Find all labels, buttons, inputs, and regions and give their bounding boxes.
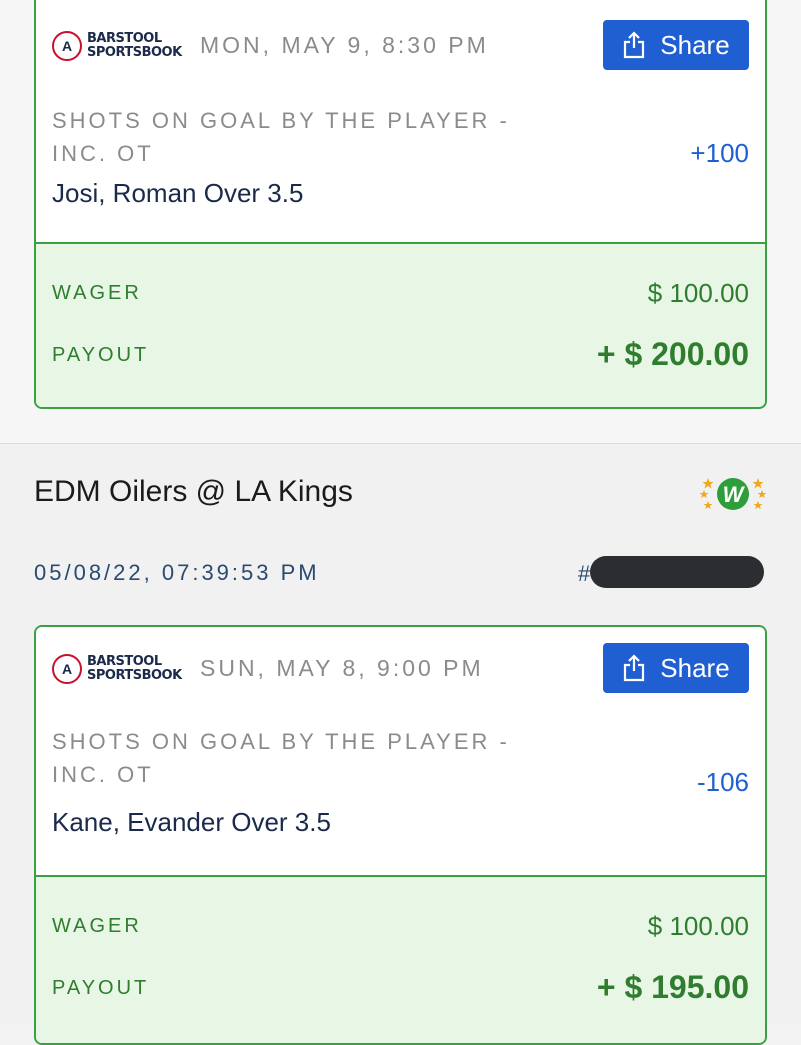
payout-value: + $ 195.00	[596, 969, 749, 1005]
logo-text-line2: SPORTSBOOK	[87, 668, 182, 683]
wager-label: WAGER	[52, 282, 142, 304]
share-button-label: Share	[660, 29, 730, 60]
barstool-logo-icon: A	[52, 654, 82, 684]
event-date: SUN, MAY 8, 9:00 PM	[200, 655, 484, 681]
bet-selection: Kane, Evander Over 3.5	[52, 807, 331, 837]
payout-value: + $ 200.00	[596, 336, 749, 372]
bet-money-section: WAGER $ 100.00 PAYOUT + $ 200.00	[36, 244, 765, 407]
bet-card-bottom[interactable]: A BARSTOOL SPORTSBOOK SUN, MAY 8, 9:00 P…	[34, 625, 767, 1045]
bet-money-section: WAGER $ 100.00 PAYOUT + $ 195.00	[36, 877, 765, 1043]
game-title: EDM Oilers @ LA Kings	[34, 475, 353, 508]
win-badge-letter: W	[723, 482, 746, 507]
barstool-sportsbook-logo: A BARSTOOL SPORTSBOOK	[52, 651, 182, 687]
market-name: SHOTS ON GOAL BY THE PLAYER - INC. OT	[52, 729, 510, 787]
bet-market-section: SHOTS ON GOAL BY THE PLAYER - INC. OT Ka…	[36, 705, 765, 877]
logo-text-line1: BARSTOOL	[87, 654, 162, 669]
bet-selection: Josi, Roman Over 3.5	[52, 178, 304, 208]
share-button[interactable]: Share	[603, 643, 749, 693]
logo-text-line1: BARSTOOL	[87, 31, 162, 46]
wager-label: WAGER	[52, 915, 142, 937]
payout-label: PAYOUT	[52, 344, 150, 366]
bet-card-header: A BARSTOOL SPORTSBOOK MON, MAY 9, 8:30 P…	[36, 0, 765, 84]
wager-value: $ 100.00	[647, 278, 749, 308]
payout-label: PAYOUT	[52, 977, 150, 999]
bet-card-top[interactable]: A BARSTOOL SPORTSBOOK MON, MAY 9, 8:30 P…	[34, 0, 767, 409]
share-icon	[624, 31, 645, 59]
barstool-sportsbook-logo: A BARSTOOL SPORTSBOOK	[52, 28, 182, 64]
win-badge-icon: W	[699, 478, 767, 510]
bet-market-section: SHOTS ON GOAL BY THE PLAYER - INC. OT Jo…	[36, 82, 765, 244]
share-button-label: Share	[660, 652, 730, 683]
bet-odds: -106	[696, 767, 749, 797]
bet-id-redacted	[590, 556, 764, 588]
bet-card-header: A BARSTOOL SPORTSBOOK SUN, MAY 8, 9:00 P…	[36, 627, 765, 707]
bet-odds: +100	[690, 138, 749, 168]
barstool-logo-icon: A	[52, 31, 82, 61]
bet-id-prefix: #	[578, 561, 591, 586]
bet-placed-datetime: 05/08/22, 07:39:53 PM	[34, 560, 320, 585]
share-icon	[624, 654, 645, 682]
wager-value: $ 100.00	[647, 911, 749, 941]
event-date: MON, MAY 9, 8:30 PM	[200, 32, 489, 58]
market-name: SHOTS ON GOAL BY THE PLAYER - INC. OT	[52, 108, 510, 166]
logo-text-line2: SPORTSBOOK	[87, 45, 182, 60]
share-button[interactable]: Share	[603, 20, 749, 70]
